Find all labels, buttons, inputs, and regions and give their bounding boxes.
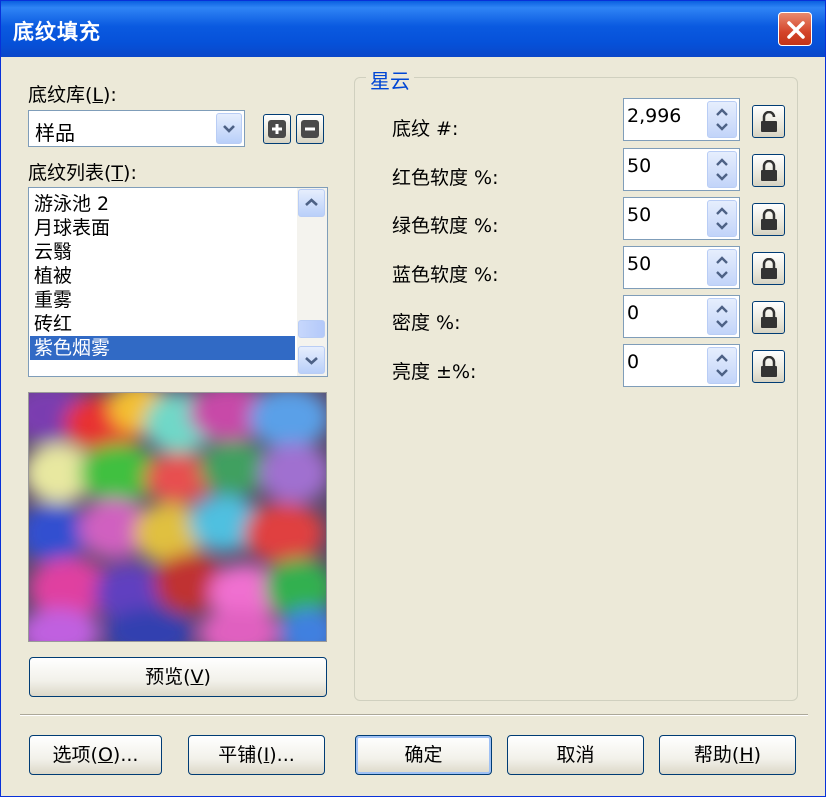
remove-texture-button[interactable] <box>296 114 324 144</box>
red-softness-field[interactable]: 50 <box>623 148 740 191</box>
plus-icon <box>268 120 286 138</box>
list-item-selected[interactable]: 紫色烟雾 <box>30 336 295 360</box>
options-button[interactable]: 选项(O)... <box>29 735 162 775</box>
red-softness-value: 50 <box>627 155 652 177</box>
density-field[interactable]: 0 <box>623 295 740 338</box>
list-item[interactable]: 云翳 <box>30 240 295 264</box>
spin-arrows-icon <box>716 158 728 181</box>
lock-icon <box>761 356 777 377</box>
list-item[interactable]: 植被 <box>30 264 295 288</box>
spin-arrows-icon <box>716 207 728 230</box>
spinner[interactable] <box>707 200 737 237</box>
texture-number-value: 2,996 <box>627 105 682 127</box>
list-item[interactable]: 重雾 <box>30 288 295 312</box>
brightness-label: 亮度 ±%: <box>392 361 477 383</box>
spinner[interactable] <box>707 298 737 335</box>
brightness-value: 0 <box>627 351 640 373</box>
green-softness-label: 绿色软度 %: <box>392 215 499 237</box>
footer-separator <box>20 714 808 716</box>
lock-button[interactable] <box>752 203 785 236</box>
minus-icon <box>301 120 319 138</box>
list-item[interactable]: 月球表面 <box>30 216 295 240</box>
spin-arrows-icon <box>716 354 728 377</box>
tile-button[interactable]: 平铺(I)... <box>188 735 325 775</box>
list-item[interactable]: 砖红 <box>30 312 295 336</box>
blue-softness-label: 蓝色软度 %: <box>392 264 499 286</box>
texture-number-label: 底纹 #: <box>392 118 459 140</box>
blue-softness-field[interactable]: 50 <box>623 246 740 289</box>
brightness-field[interactable]: 0 <box>623 344 740 387</box>
nebula-texture-image <box>29 393 326 641</box>
scroll-thumb[interactable] <box>298 320 325 338</box>
texture-library-value: 样品 <box>35 121 75 145</box>
spinner[interactable] <box>707 347 737 384</box>
lock-button[interactable] <box>752 252 785 285</box>
list-scrollbar[interactable] <box>297 188 327 376</box>
add-texture-button[interactable] <box>263 114 291 144</box>
density-label: 密度 %: <box>392 312 461 334</box>
texture-number-field[interactable]: 2,996 <box>623 98 740 141</box>
spinner[interactable] <box>707 101 737 138</box>
spin-arrows-icon <box>716 305 728 328</box>
green-softness-value: 50 <box>627 204 652 226</box>
group-title: 星云 <box>366 65 414 94</box>
chevron-up-icon <box>305 198 318 206</box>
spin-arrows-icon <box>716 108 728 131</box>
scroll-up-button[interactable] <box>298 189 325 217</box>
texture-library-label: 底纹库(L): <box>28 84 117 106</box>
chevron-down-icon <box>223 125 235 133</box>
texture-fill-dialog: 底纹填充 底纹库(L): 样品 底纹列表(T): 游泳池 2 月球表面 云翳 植… <box>0 0 826 797</box>
red-softness-label: 红色软度 %: <box>392 167 499 189</box>
unlock-button[interactable] <box>752 105 785 138</box>
unlocked-icon <box>761 111 777 132</box>
texture-listbox[interactable]: 游泳池 2 月球表面 云翳 植被 重雾 砖红 紫色烟雾 <box>28 187 328 377</box>
spinner[interactable] <box>707 249 737 286</box>
density-value: 0 <box>627 302 640 324</box>
cancel-button[interactable]: 取消 <box>507 735 644 775</box>
lock-button[interactable] <box>752 350 785 383</box>
close-button[interactable] <box>778 12 812 46</box>
texture-list-label: 底纹列表(T): <box>28 162 137 184</box>
blue-softness-value: 50 <box>627 253 652 275</box>
lock-button[interactable] <box>752 154 785 187</box>
lock-icon <box>761 307 777 328</box>
ok-button[interactable]: 确定 <box>355 735 492 775</box>
title-bar[interactable]: 底纹填充 <box>1 1 825 57</box>
chevron-down-icon <box>305 357 318 365</box>
help-button[interactable]: 帮助(H) <box>659 735 796 775</box>
spinner[interactable] <box>707 151 737 188</box>
dropdown-button[interactable] <box>216 113 242 144</box>
lock-icon <box>761 258 777 279</box>
lock-button[interactable] <box>752 301 785 334</box>
green-softness-field[interactable]: 50 <box>623 197 740 240</box>
spin-arrows-icon <box>716 256 728 279</box>
texture-library-select[interactable]: 样品 <box>28 110 245 147</box>
lock-icon <box>761 160 777 181</box>
preview-button[interactable]: 预览(V) <box>29 657 327 697</box>
list-item[interactable]: 游泳池 2 <box>30 192 295 216</box>
close-icon <box>787 21 805 39</box>
texture-preview-image <box>28 392 327 642</box>
lock-icon <box>761 209 777 230</box>
scroll-down-button[interactable] <box>298 346 325 374</box>
dialog-title: 底纹填充 <box>13 20 101 44</box>
